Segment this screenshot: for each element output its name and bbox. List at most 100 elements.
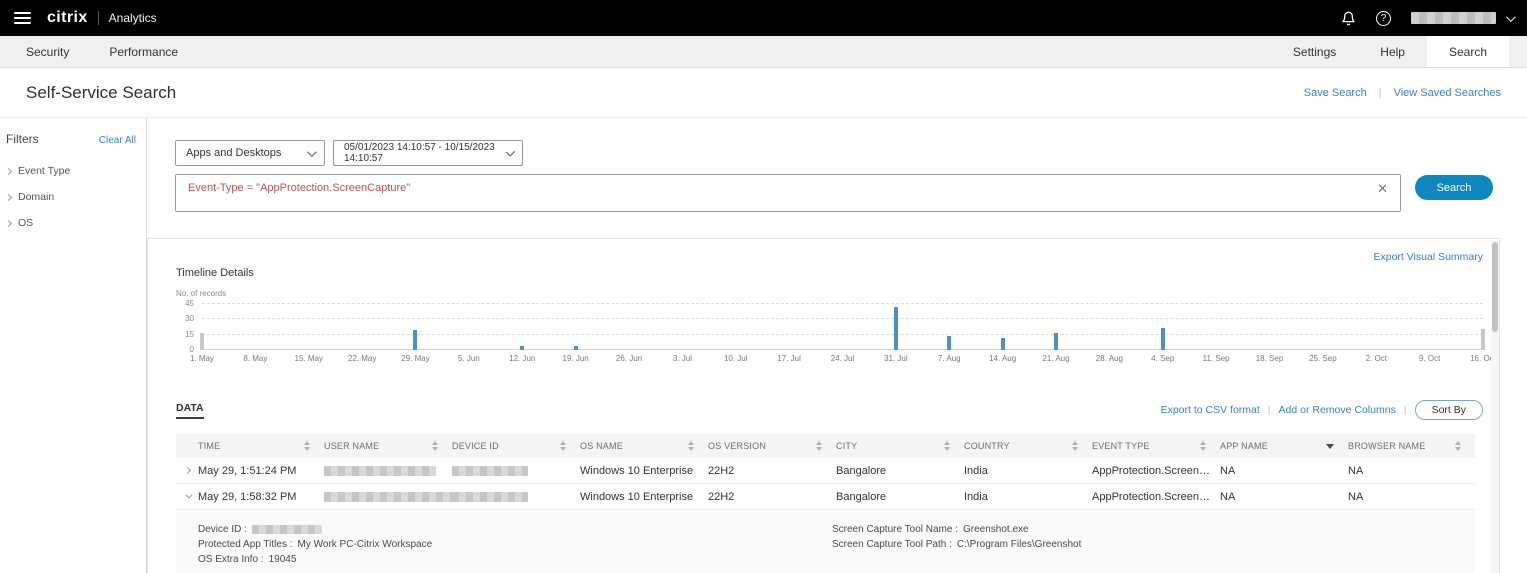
cell-os-version: 22H2 — [708, 490, 735, 503]
table-row[interactable]: May 29, 1:51:24 PM Windows 10 Enterprise… — [176, 458, 1475, 484]
column-header-device-id[interactable]: DEVICE ID — [452, 441, 580, 451]
sort-by-button[interactable]: Sort By — [1414, 400, 1483, 420]
cell-city: Bangalore — [836, 490, 887, 503]
column-header-browser-name[interactable]: BROWSER NAME — [1348, 441, 1475, 451]
add-remove-columns-link[interactable]: Add or Remove Columns — [1279, 404, 1396, 416]
column-header-os-name[interactable]: OS NAME — [580, 441, 708, 451]
filter-item-os[interactable]: OS — [4, 210, 136, 236]
x-tick-label: 12. Jun — [509, 354, 536, 363]
nav-item-search[interactable]: Search — [1426, 36, 1509, 67]
chevron-right-icon — [4, 193, 13, 201]
detail-os-extra-info: OS Extra Info : 19045 — [198, 554, 297, 565]
chevron-right-icon — [183, 466, 191, 475]
x-tick-label: 25. Sep — [1309, 354, 1337, 363]
cell-country: India — [964, 490, 988, 503]
date-range-select[interactable]: 05/01/2023 14:10:57 - 10/15/2023 14:10:5… — [333, 140, 523, 166]
timeline-bar[interactable] — [573, 345, 578, 350]
filter-item-label: Domain — [18, 191, 55, 203]
nav-item-security[interactable]: Security — [26, 45, 69, 59]
y-tick-label: 0 — [189, 345, 194, 354]
main-content: Apps and Desktops 05/01/2023 14:10:57 - … — [147, 118, 1527, 573]
cell-country: India — [964, 464, 988, 477]
gridline — [202, 349, 1483, 350]
y-tick-label: 45 — [185, 299, 194, 309]
sort-icon — [688, 441, 694, 451]
notifications-bell-icon[interactable] — [1341, 11, 1356, 26]
clear-all-filters-link[interactable]: Clear All — [99, 135, 136, 146]
detail-protected-app-titles: Protected App Titles : My Work PC-Citrix… — [198, 539, 433, 550]
export-visual-summary-link[interactable]: Export Visual Summary — [1373, 251, 1483, 263]
x-tick-label: 3. Jul — [672, 354, 692, 363]
page-title: Self-Service Search — [26, 82, 177, 102]
top-bar: citrix Analytics ? — [0, 0, 1527, 36]
x-tick-label: 2. Oct — [1365, 354, 1387, 363]
clear-query-icon[interactable]: ✕ — [1377, 182, 1388, 195]
data-heading: DATA — [176, 402, 204, 419]
separator: | — [1378, 86, 1382, 99]
x-tick-label: 29. May — [401, 354, 430, 363]
x-tick-label: 15. May — [294, 354, 323, 363]
column-header-user-name[interactable]: USER NAME — [324, 441, 452, 451]
brand-divider — [97, 11, 99, 25]
timeline-bar[interactable] — [893, 307, 898, 350]
timeline-bar[interactable] — [1160, 327, 1165, 350]
timeline-bar[interactable] — [1481, 328, 1485, 350]
search-button[interactable]: Search — [1415, 175, 1493, 200]
x-tick-label: 9. Oct — [1418, 354, 1441, 363]
table-row[interactable]: May 29, 1:58:32 PM Windows 10 Enterprise… — [176, 484, 1475, 510]
redacted-device-id — [251, 525, 322, 534]
cell-user-name — [324, 491, 452, 503]
y-axis-label: No. of records — [176, 289, 227, 298]
timeline-bar[interactable] — [413, 329, 418, 350]
timeline-title: Timeline Details — [176, 267, 254, 279]
user-account-menu[interactable] — [1411, 11, 1516, 24]
save-search-link[interactable]: Save Search — [1304, 87, 1367, 99]
timeline-bar[interactable] — [1053, 332, 1058, 350]
timeline-bar[interactable] — [200, 332, 204, 350]
sort-icon — [1200, 441, 1206, 451]
help-icon[interactable]: ? — [1376, 10, 1391, 26]
page-header: Self-Service Search Save Search | View S… — [0, 68, 1527, 118]
export-csv-link[interactable]: Export to CSV format — [1161, 404, 1260, 416]
chevron-down-icon — [1505, 11, 1516, 22]
nav-item-performance[interactable]: Performance — [109, 45, 178, 59]
row-expanded-details: Device ID : Protected App Titles : My Wo… — [176, 510, 1475, 573]
cell-time: May 29, 1:51:24 PM — [198, 464, 297, 477]
cell-browser-name: NA — [1348, 464, 1364, 477]
column-header-city[interactable]: CITY — [836, 441, 964, 451]
filters-title: Filters — [6, 132, 39, 146]
filter-item-domain[interactable]: Domain — [4, 184, 136, 210]
data-source-select[interactable]: Apps and Desktops — [175, 140, 325, 166]
column-header-time[interactable]: TIME — [198, 441, 324, 451]
filter-item-label: Event Type — [18, 165, 71, 177]
detail-device-id: Device ID : — [198, 524, 832, 535]
timeline-bar[interactable] — [1000, 337, 1005, 350]
column-header-country[interactable]: COUNTRY — [964, 441, 1092, 451]
collapse-row-button[interactable] — [176, 484, 198, 509]
sort-icon — [432, 441, 438, 451]
product-name: Analytics — [108, 11, 157, 25]
sort-icon — [1072, 441, 1078, 451]
column-header-app-name[interactable]: APP NAME — [1220, 441, 1348, 451]
hamburger-menu-icon[interactable] — [14, 12, 31, 24]
column-header-event-type[interactable]: EVENT TYPE — [1092, 441, 1220, 451]
separator: | — [1403, 404, 1407, 416]
search-query-input[interactable]: Event-Type = "AppProtection.ScreenCaptur… — [175, 174, 1401, 212]
nav-item-help[interactable]: Help — [1358, 36, 1427, 67]
gridline — [202, 333, 1483, 335]
detail-screen-capture-tool-name: Screen Capture Tool Name : Greenshot.exe — [832, 524, 1029, 535]
column-header-os-version[interactable]: OS VERSION — [708, 441, 836, 451]
citrix-logo: citrix — [47, 9, 88, 26]
redacted-user-name — [324, 465, 436, 476]
timeline-bar[interactable] — [947, 335, 952, 350]
expand-row-button[interactable] — [176, 458, 198, 483]
vertical-scrollbar[interactable] — [1491, 240, 1499, 573]
timeline-bar[interactable] — [520, 345, 525, 350]
cell-event-type: AppProtection.ScreenCapture — [1092, 464, 1220, 477]
filter-item-event-type[interactable]: Event Type — [4, 158, 136, 184]
nav-item-settings[interactable]: Settings — [1271, 36, 1358, 67]
view-saved-searches-link[interactable]: View Saved Searches — [1394, 87, 1501, 99]
scrollbar-thumb[interactable] — [1492, 242, 1498, 332]
redacted-user-name — [324, 491, 452, 502]
timeline-chart: No. of records 0 15 30 45 1. May 8. May 15. M… — [176, 289, 1496, 368]
